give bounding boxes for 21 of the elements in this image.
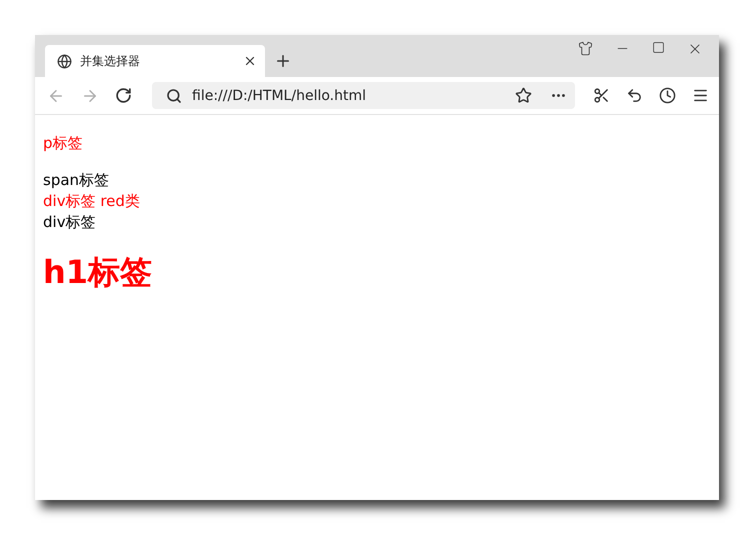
new-tab-icon[interactable]: [274, 52, 292, 70]
globe-icon: [57, 54, 72, 68]
page-text: div标签: [43, 212, 96, 233]
scissors-icon[interactable]: [593, 87, 610, 104]
undo-icon[interactable]: [626, 87, 643, 104]
star-icon[interactable]: [515, 87, 532, 104]
reload-icon[interactable]: [115, 87, 132, 104]
browser-tab[interactable]: 并集选择器: [45, 45, 265, 77]
page-text: p标签: [43, 133, 83, 154]
address-bar[interactable]: file:///D:/HTML/hello.html: [152, 82, 575, 109]
menu-icon[interactable]: [692, 87, 709, 104]
page-heading: h1标签: [43, 254, 152, 291]
shirt-icon[interactable]: [578, 41, 593, 56]
close-tab-icon[interactable]: [243, 54, 257, 68]
tab-title: 并集选择器: [80, 52, 141, 70]
maximize-icon[interactable]: [652, 41, 665, 54]
search-icon: [166, 88, 182, 104]
page-text: span标签: [43, 170, 110, 191]
url-text: file:///D:/HTML/hello.html: [192, 88, 368, 104]
clock-icon[interactable]: [659, 87, 676, 104]
page-text: div标签 red类: [43, 191, 140, 212]
